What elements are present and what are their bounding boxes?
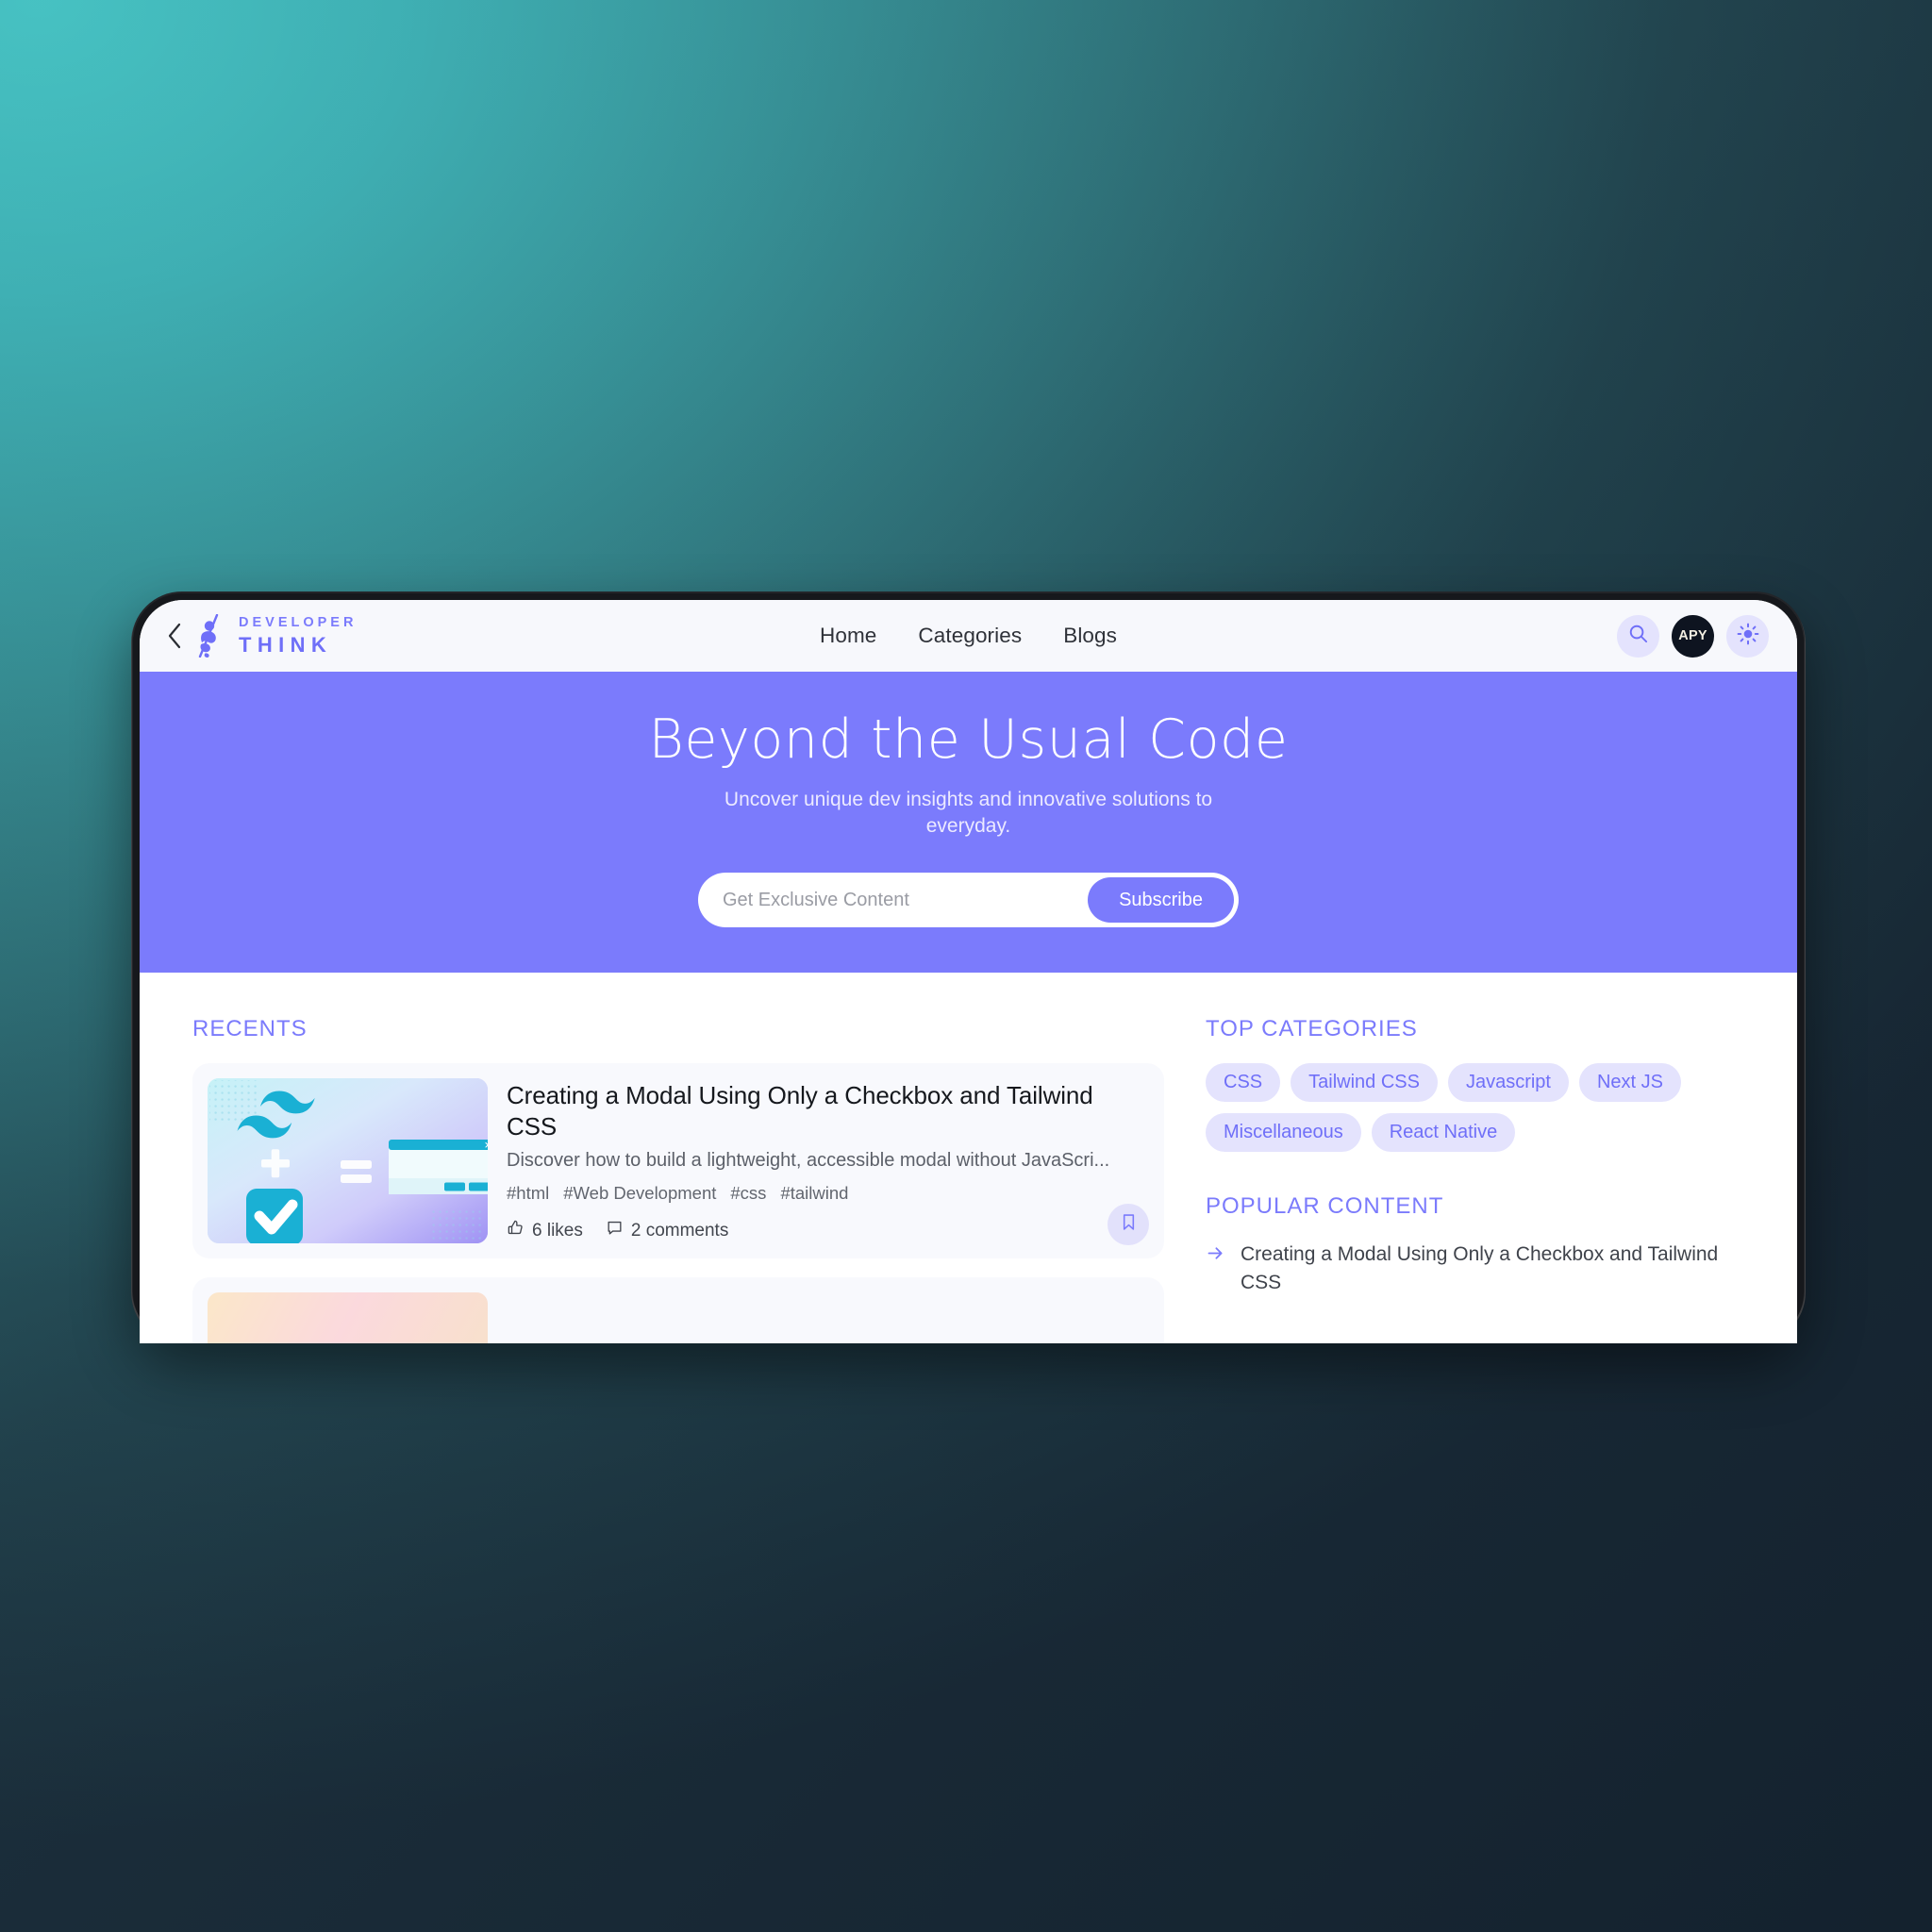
main-navigation: Home Categories Blogs <box>820 624 1117 648</box>
nav-item-categories[interactable]: Categories <box>918 624 1022 648</box>
thinker-logo-icon <box>189 613 230 658</box>
search-icon <box>1627 623 1649 649</box>
avatar[interactable]: APY <box>1672 614 1714 658</box>
chevron-left-icon[interactable] <box>164 620 185 652</box>
article-description: Discover how to build a lightweight, acc… <box>507 1150 1110 1172</box>
comment-count-label: 2 comments <box>630 1220 729 1241</box>
article-tag[interactable]: #tailwind <box>780 1183 848 1204</box>
brand-name-top: DEVELOPER <box>239 615 358 631</box>
site-header: DEVELOPER THINK Home Categories Blogs AP… <box>140 600 1797 672</box>
article-tag[interactable]: #html <box>507 1183 549 1204</box>
article-tag[interactable]: #css <box>730 1183 766 1204</box>
brand-name-bottom: THINK <box>239 632 333 657</box>
like-count[interactable]: 6 likes <box>507 1219 583 1242</box>
subscribe-button[interactable]: Subscribe <box>1088 877 1234 924</box>
category-chip-react-native[interactable]: React Native <box>1371 1113 1516 1153</box>
arrow-right-icon <box>1206 1243 1225 1296</box>
device-frame: DEVELOPER THINK Home Categories Blogs AP… <box>131 591 1806 1343</box>
recents-column: RECENTS Creating a Modal Using Only a Ch… <box>192 1016 1164 1343</box>
popular-content-title: Creating a Modal Using Only a Checkbox a… <box>1241 1243 1719 1293</box>
peach-gradient-illustration <box>208 1292 488 1343</box>
subscribe-form: Subscribe <box>698 873 1239 928</box>
brand-logo[interactable]: DEVELOPER THINK <box>189 613 358 658</box>
device-screen: DEVELOPER THINK Home Categories Blogs AP… <box>140 600 1797 1343</box>
tailwind-checkbox-modal-illustration <box>208 1078 488 1244</box>
nav-item-home[interactable]: Home <box>820 624 876 648</box>
sidebar: TOP CATEGORIES CSS Tailwind CSS Javascri… <box>1206 1016 1744 1343</box>
category-chip-miscellaneous[interactable]: Miscellaneous <box>1206 1113 1361 1153</box>
content-area: RECENTS Creating a Modal Using Only a Ch… <box>140 973 1797 1343</box>
hero-title: Beyond the Usual Code <box>648 708 1289 771</box>
popular-content-block: POPULAR CONTENT Creating a Modal Using O… <box>1206 1193 1744 1296</box>
hero-section: Beyond the Usual Code Uncover unique dev… <box>140 672 1797 974</box>
top-categories-heading: TOP CATEGORIES <box>1206 1016 1418 1042</box>
bookmark-button[interactable] <box>1108 1204 1149 1246</box>
popular-content-heading: POPULAR CONTENT <box>1206 1193 1444 1220</box>
page-background: DEVELOPER THINK Home Categories Blogs AP… <box>0 0 1932 1932</box>
article-title[interactable]: Creating a Modal Using Only a Checkbox a… <box>507 1080 1149 1141</box>
hero-subtitle: Uncover unique dev insights and innovati… <box>724 788 1213 837</box>
recents-heading: RECENTS <box>192 1016 308 1042</box>
category-chip-tailwind-css[interactable]: Tailwind CSS <box>1291 1063 1438 1103</box>
category-chip-next-js[interactable]: Next JS <box>1578 1063 1682 1103</box>
comment-icon <box>606 1219 624 1242</box>
popular-content-item[interactable]: Creating a Modal Using Only a Checkbox a… <box>1206 1241 1744 1296</box>
article-tag[interactable]: #Web Development <box>563 1183 716 1204</box>
article-tags: #html #Web Development #css #tailwind <box>507 1183 1149 1204</box>
like-count-label: 6 likes <box>532 1220 583 1241</box>
thumbs-up-icon <box>507 1219 525 1242</box>
article-stats: 6 likes 2 comments <box>507 1219 1149 1242</box>
article-card[interactable] <box>192 1277 1164 1343</box>
theme-toggle-button[interactable] <box>1726 614 1769 658</box>
article-thumbnail <box>208 1292 488 1343</box>
nav-item-blogs[interactable]: Blogs <box>1063 624 1117 648</box>
comment-count[interactable]: 2 comments <box>606 1219 728 1242</box>
article-thumbnail <box>208 1078 488 1244</box>
article-body: Creating a Modal Using Only a Checkbox a… <box>507 1078 1149 1243</box>
sun-icon <box>1737 623 1759 650</box>
top-categories-block: TOP CATEGORIES CSS Tailwind CSS Javascri… <box>1206 1016 1744 1153</box>
avatar-initials: APY <box>1678 628 1707 643</box>
category-chip-css[interactable]: CSS <box>1206 1063 1281 1103</box>
article-body <box>507 1292 1149 1343</box>
subscribe-email-input[interactable] <box>723 889 1089 911</box>
search-button[interactable] <box>1617 614 1659 658</box>
bookmark-icon <box>1119 1212 1139 1237</box>
category-chip-javascript[interactable]: Javascript <box>1447 1063 1569 1103</box>
article-card[interactable]: Creating a Modal Using Only a Checkbox a… <box>192 1063 1164 1259</box>
header-actions: APY <box>1617 614 1769 658</box>
category-chip-list: CSS Tailwind CSS Javascript Next JS Misc… <box>1206 1063 1744 1153</box>
